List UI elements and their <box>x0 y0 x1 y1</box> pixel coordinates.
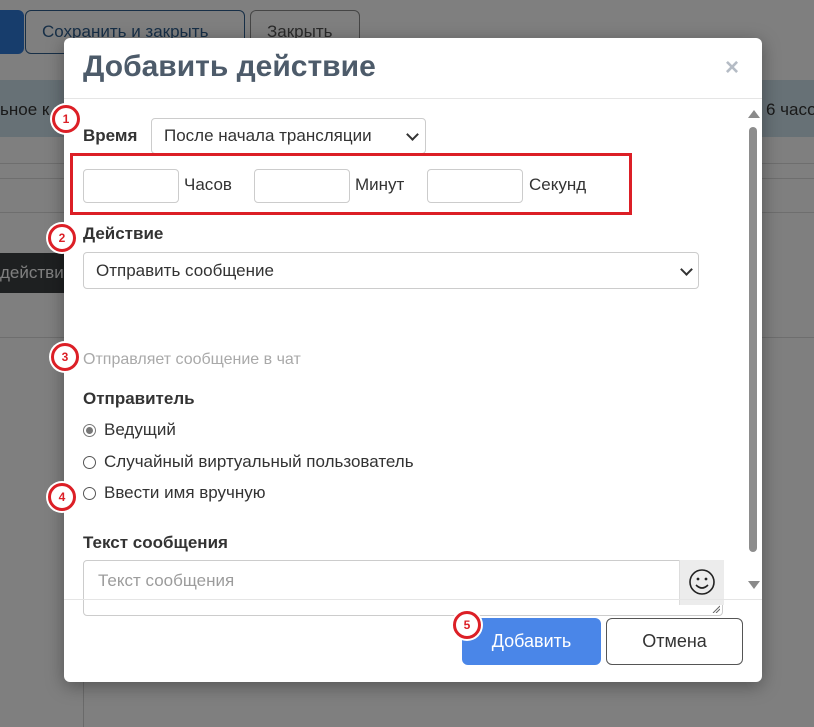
message-placeholder: Текст сообщения <box>98 571 235 590</box>
annotation-badge: 4 <box>48 483 76 511</box>
modal-title: Добавить действие <box>83 50 376 83</box>
radio-button[interactable] <box>83 487 96 500</box>
sender-option-label: Ведущий <box>104 420 176 439</box>
chevron-down-icon <box>680 262 693 276</box>
annotation-badge: 3 <box>51 343 79 371</box>
annotation-badge: 1 <box>52 105 80 133</box>
scrollbar-thumb[interactable] <box>749 127 757 552</box>
chevron-down-icon <box>406 128 419 141</box>
add-action-modal: Добавить действие × Время После начала т… <box>64 38 762 682</box>
annotation-badge: 5 <box>453 611 481 639</box>
seconds-label: Секунд <box>529 175 587 194</box>
close-icon[interactable]: × <box>725 54 739 82</box>
action-select[interactable]: Отправить сообщение <box>83 252 699 289</box>
seconds-input[interactable] <box>427 169 523 203</box>
time-mode-value: После начала трансляции <box>164 126 372 145</box>
radio-button[interactable] <box>83 456 96 469</box>
modal-header: Добавить действие × <box>64 38 762 99</box>
cancel-button[interactable]: Отмена <box>606 618 743 665</box>
message-label: Текст сообщения <box>83 533 228 552</box>
annotation-badge: 2 <box>48 224 76 252</box>
minutes-input[interactable] <box>254 169 350 203</box>
add-button[interactable]: Добавить <box>462 618 601 665</box>
action-label: Действие <box>83 224 164 243</box>
scroll-up-arrow-icon[interactable] <box>748 110 760 118</box>
modal-footer: Добавить Отмена <box>64 599 762 682</box>
time-mode-select[interactable]: После начала трансляции <box>151 118 426 154</box>
sender-option-label: Случайный виртуальный пользователь <box>104 452 414 471</box>
action-value: Отправить сообщение <box>96 261 274 280</box>
sender-option-label: Ввести имя вручную <box>104 483 266 502</box>
modal-body: Время После начала трансляции Часов Мину… <box>64 99 762 616</box>
hours-label: Часов <box>184 175 232 194</box>
sender-label: Отправитель <box>83 389 195 408</box>
scroll-down-arrow-icon[interactable] <box>748 581 760 589</box>
minutes-label: Минут <box>355 175 405 194</box>
action-hint: Отправляет сообщение в чат <box>83 351 301 368</box>
hours-input[interactable] <box>83 169 179 203</box>
time-label: Время <box>83 126 138 145</box>
modal-scrollbar[interactable] <box>746 107 760 589</box>
radio-button-checked[interactable] <box>83 424 96 437</box>
